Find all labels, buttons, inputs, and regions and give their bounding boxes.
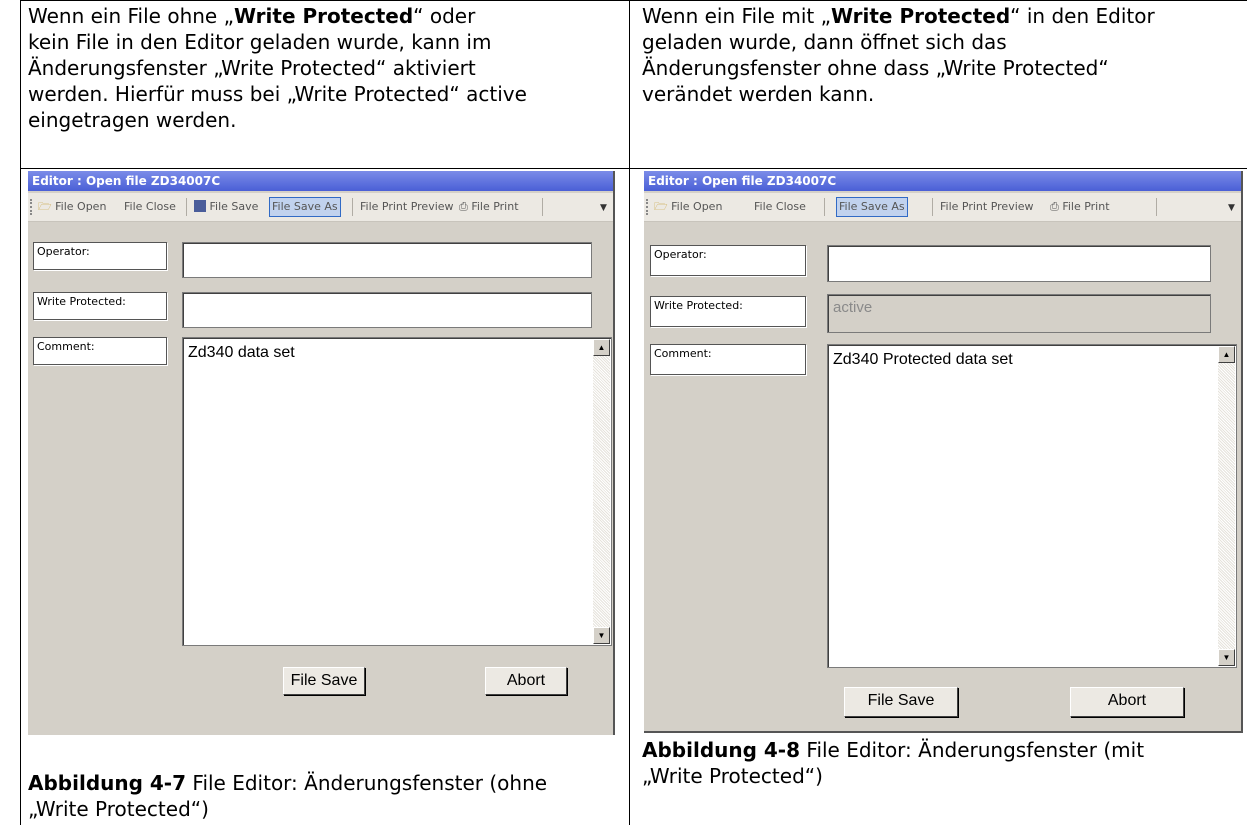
left-para-line-1: Wenn ein File ohne „Write Protected“ ode…: [28, 4, 476, 28]
scroll-up-icon[interactable]: ▲: [1218, 346, 1235, 363]
file-open-button[interactable]: 🗁 File Open: [654, 199, 722, 215]
floppy-icon: [194, 200, 206, 212]
comment-text: Zd340 Protected data set: [833, 351, 1013, 368]
toolbar-separator: [352, 198, 353, 216]
file-print-button[interactable]: ⎙ File Print: [1050, 199, 1110, 215]
comment-text: Zd340 data set: [188, 344, 295, 361]
left-editor-window: Editor : Open file ZD34007C 🗁 File Open …: [28, 171, 615, 735]
toolbar-grip: [30, 199, 35, 215]
write-protected-label: Write Protected:: [33, 292, 167, 320]
toolbar-separator: [186, 198, 187, 216]
toolbar-overflow-icon[interactable]: ▼: [600, 203, 609, 213]
file-close-button[interactable]: File Close: [754, 199, 806, 215]
right-toolbar: 🗁 File Open File Close File Save As File…: [644, 193, 1241, 222]
abort-button[interactable]: Abort: [1070, 687, 1184, 717]
file-save-as-button[interactable]: File Save As: [269, 197, 341, 217]
comment-textarea[interactable]: Zd340 data set ▲ ▼: [182, 337, 612, 646]
left-para-line-5: eingetragen werden.: [28, 108, 237, 132]
printer-icon: ⎙: [459, 200, 468, 213]
write-protected-label: Write Protected:: [650, 296, 806, 327]
toolbar-grip: [646, 199, 651, 215]
comment-textarea[interactable]: Zd340 Protected data set ▲ ▼: [827, 344, 1237, 668]
comment-label: Comment:: [650, 344, 806, 375]
left-para-line-4: werden. Hierfür muss bei „Write Protecte…: [28, 82, 527, 106]
comment-label: Comment:: [33, 337, 167, 365]
file-save-dialog-button[interactable]: File Save: [844, 687, 958, 717]
file-open-button[interactable]: 🗁 File Open: [38, 199, 106, 215]
toolbar-separator: [824, 198, 825, 216]
right-paragraph: Wenn ein File mit „Write Protected“ in d…: [642, 3, 1155, 107]
toolbar-separator: [932, 198, 933, 216]
table-border-left: [20, 0, 21, 825]
table-border-top: [20, 0, 1247, 1]
operator-field[interactable]: [182, 242, 592, 278]
right-caption-line-2: „Write Protected“): [642, 764, 823, 788]
folder-icon: 🗁: [654, 200, 668, 213]
left-para-line-2: kein File in den Editor geladen wurde, k…: [28, 30, 492, 54]
file-print-preview-button[interactable]: File Print Preview: [360, 199, 454, 215]
right-figure-caption: Abbildung 4-8 File Editor: Änderungsfens…: [642, 738, 1145, 788]
toolbar-separator: [1156, 198, 1157, 216]
right-para-line-4: verändet werden kann.: [642, 82, 875, 106]
left-caption-line-2: „Write Protected“): [28, 797, 209, 821]
scroll-down-icon[interactable]: ▼: [593, 627, 610, 644]
left-para-line-3: Änderungsfenster „Write Protected“ aktiv…: [28, 56, 476, 80]
left-figure-caption: Abbildung 4-7 File Editor: Änderungsfens…: [28, 771, 548, 821]
abort-button[interactable]: Abort: [485, 667, 567, 695]
right-para-line-2: geladen wurde, dann öffnet sich das: [642, 30, 1007, 54]
toolbar-separator: [542, 198, 543, 216]
table-border-middle: [629, 0, 630, 825]
file-save-as-button[interactable]: File Save As: [836, 197, 908, 217]
right-para-line-3: Änderungsfenster ohne dass „Write Protec…: [642, 56, 1109, 80]
file-save-button[interactable]: File Save: [194, 199, 258, 215]
right-editor-window: Editor : Open file ZD34007C 🗁 File Open …: [644, 171, 1243, 733]
right-para-line-1: Wenn ein File mit „Write Protected“ in d…: [642, 4, 1155, 28]
printer-icon: ⎙: [1050, 200, 1059, 213]
table-row-divider: [20, 168, 1247, 169]
operator-label: Operator:: [650, 245, 806, 276]
scroll-down-icon[interactable]: ▼: [1218, 649, 1235, 666]
scroll-up-icon[interactable]: ▲: [593, 339, 610, 356]
write-protected-field[interactable]: [182, 292, 592, 328]
left-window-title: Editor : Open file ZD34007C: [28, 171, 613, 191]
right-window-title: Editor : Open file ZD34007C: [644, 171, 1241, 191]
file-save-dialog-button[interactable]: File Save: [283, 667, 365, 695]
left-paragraph: Wenn ein File ohne „Write Protected“ ode…: [28, 3, 527, 133]
left-caption-label: Abbildung 4-7: [28, 771, 187, 795]
toolbar-overflow-icon[interactable]: ▼: [1228, 203, 1237, 213]
operator-field[interactable]: [827, 245, 1211, 282]
comment-scrollbar[interactable]: ▲ ▼: [1218, 346, 1235, 666]
write-protected-field: active: [827, 294, 1211, 333]
file-print-button[interactable]: ⎙ File Print: [459, 199, 519, 215]
folder-icon: 🗁: [38, 200, 52, 213]
right-caption-label: Abbildung 4-8: [642, 738, 801, 762]
comment-scrollbar[interactable]: ▲ ▼: [593, 339, 610, 644]
file-print-preview-button[interactable]: File Print Preview: [940, 199, 1034, 215]
file-close-button[interactable]: File Close: [124, 199, 176, 215]
left-toolbar: 🗁 File Open File Close File Save File Sa…: [28, 193, 613, 222]
operator-label: Operator:: [33, 242, 167, 270]
